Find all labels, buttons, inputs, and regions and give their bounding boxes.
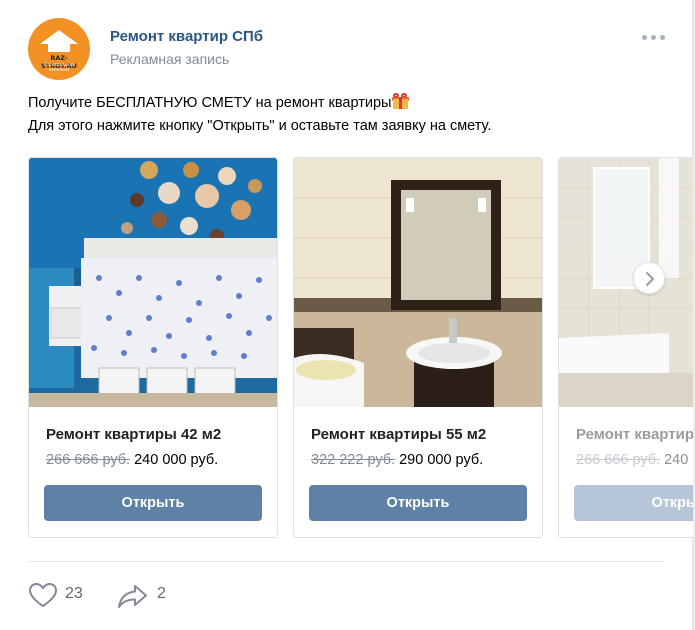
old-price: 322 222 руб.: [311, 452, 396, 468]
divider: [28, 561, 664, 562]
bathroom-photo[interactable]: [294, 158, 542, 407]
post-text-line1: Получите БЕСПЛАТНУЮ СМЕТУ на ремонт квар…: [28, 95, 392, 111]
company-logo: RAZ-STROY.RU Строительная компания: [36, 28, 82, 72]
product-card[interactable]: Ремонт квартиры 266 666 руб.240 000 руб.…: [558, 157, 693, 538]
card-prices: 322 222 руб. 290 000 руб.: [311, 452, 483, 468]
product-card[interactable]: Ремонт квартиры 55 м2 322 222 руб. 290 00…: [293, 157, 543, 538]
old-price: 266 666 руб.: [576, 452, 661, 468]
open-button[interactable]: Открыть: [574, 485, 693, 521]
logo-subtext: Строительная компания: [44, 62, 74, 72]
post-actions: 23 2: [28, 578, 328, 610]
bedroom-photo[interactable]: [29, 158, 277, 407]
product-card[interactable]: Ремонт квартиры 42 м2 266 666 руб. 240 00…: [28, 157, 278, 538]
chevron-right-icon: [645, 271, 655, 287]
card-title[interactable]: Ремонт квартиры 42 м2: [46, 426, 221, 443]
new-price: 290 000 руб.: [399, 452, 484, 468]
avatar[interactable]: RAZ-STROY.RU Строительная компания: [28, 18, 90, 80]
old-price: 266 666 руб.: [46, 452, 131, 468]
heart-icon[interactable]: [28, 582, 58, 608]
bathroom-tiles-photo[interactable]: [559, 158, 693, 407]
ad-post: RAZ-STROY.RU Строительная компания Ремон…: [0, 0, 693, 630]
card-prices: 266 666 руб.240 000 руб.: [46, 452, 218, 468]
open-button[interactable]: Открыть: [44, 485, 262, 521]
product-carousel: Ремонт квартиры 42 м2 266 666 руб. 240 00…: [28, 157, 693, 538]
card-prices: 266 666 руб.240 000 руб.: [576, 452, 693, 468]
share-icon[interactable]: [117, 583, 149, 609]
like-count[interactable]: 23: [65, 585, 83, 603]
author-name[interactable]: Ремонт квартир СПб: [110, 28, 263, 45]
share-count[interactable]: 2: [157, 585, 166, 603]
ad-label: Рекламная запись: [110, 51, 230, 67]
post-text-line2: Для этого нажмите кнопку "Открыть" и ост…: [28, 118, 492, 134]
post-text: Получите БЕСПЛАТНУЮ СМЕТУ на ремонт квар…: [28, 92, 668, 138]
more-options-icon[interactable]: [642, 32, 668, 42]
new-price: 240 000 руб.: [134, 452, 219, 468]
new-price: 240 000 руб.: [664, 452, 693, 468]
gift-icon: [392, 93, 410, 109]
open-button[interactable]: Открыть: [309, 485, 527, 521]
card-title[interactable]: Ремонт квартиры: [576, 426, 693, 443]
post-header: RAZ-STROY.RU Строительная компания Ремон…: [28, 18, 668, 80]
carousel-next-button[interactable]: [633, 262, 665, 294]
card-title[interactable]: Ремонт квартиры 55 м2: [311, 426, 486, 443]
